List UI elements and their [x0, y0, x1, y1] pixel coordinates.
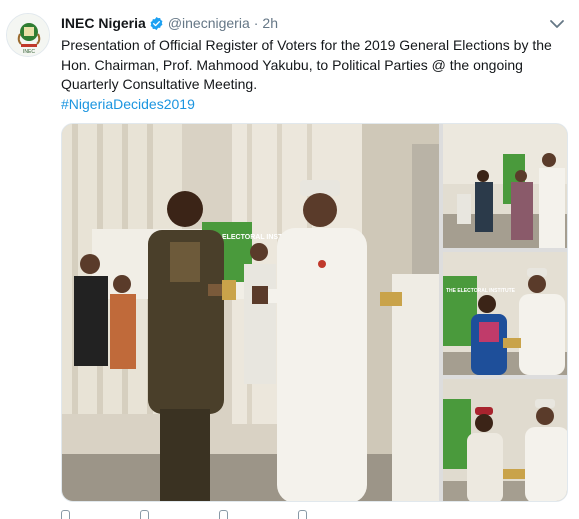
separator-dot: ·	[253, 15, 259, 31]
avatar-logo-text: INEC	[23, 49, 35, 55]
tweet-timestamp[interactable]: 2h	[262, 14, 278, 32]
share-icon[interactable]	[298, 510, 307, 519]
verified-badge-icon	[149, 16, 164, 31]
photo-thumbnail-1[interactable]	[443, 124, 567, 248]
photo-thumbnail-2[interactable]: THE ELECTORAL INSTITUTE	[443, 252, 567, 375]
chevron-down-icon[interactable]	[549, 18, 565, 30]
inec-logo-icon: INEC	[7, 14, 49, 56]
photo-thumbnail-3[interactable]	[443, 379, 567, 501]
avatar[interactable]: INEC	[6, 13, 50, 57]
media-grid: THE ELECTORAL INSTITUTE THE ELECTORAL IN…	[61, 123, 568, 502]
photo-main[interactable]: THE ELECTORAL INSTITUTE	[62, 124, 439, 501]
tweet-header: INEC Nigeria @inecnigeria · 2h	[61, 14, 278, 32]
tweet-actions	[61, 510, 461, 519]
tweet-text: Presentation of Official Register of Vot…	[61, 37, 552, 92]
reply-icon[interactable]	[61, 510, 70, 519]
author-handle[interactable]: @inecnigeria	[168, 14, 250, 32]
banner-text-side: THE ELECTORAL INSTITUTE	[446, 288, 516, 294]
like-icon[interactable]	[219, 510, 228, 519]
retweet-icon[interactable]	[140, 510, 149, 519]
author-name[interactable]: INEC Nigeria	[61, 14, 146, 32]
tweet[interactable]: INEC INEC Nigeria @inecnigeria · 2h Pres…	[0, 0, 579, 519]
hashtag-link[interactable]: #NigeriaDecides2019	[61, 95, 195, 115]
